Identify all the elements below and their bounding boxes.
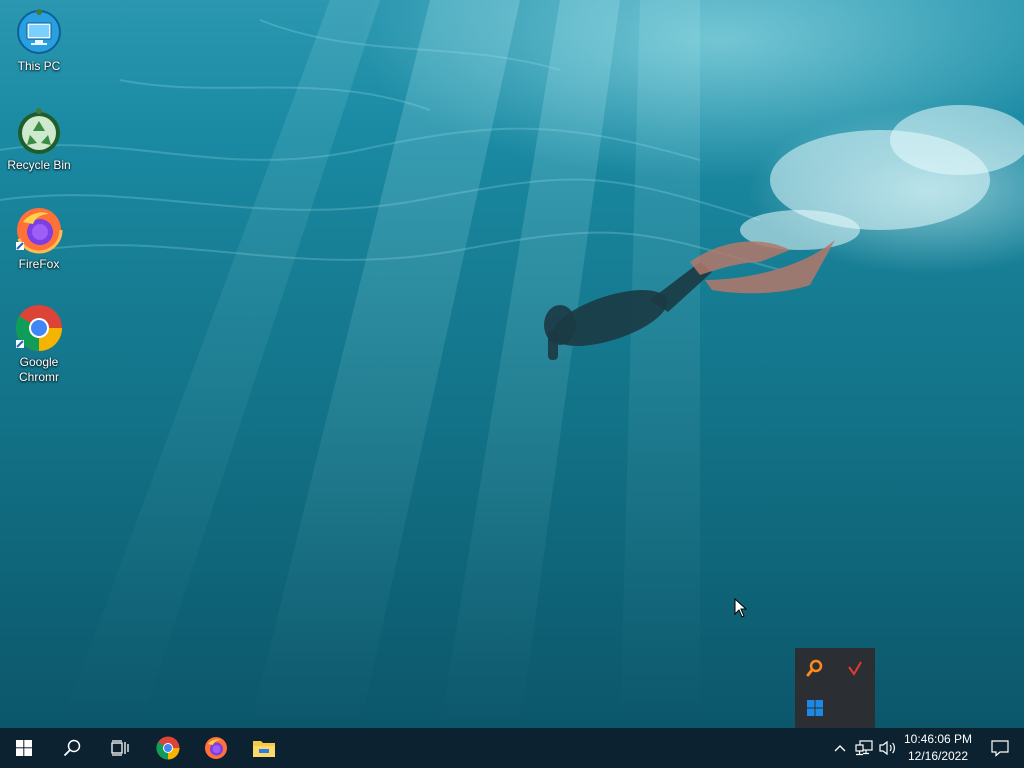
desktop-icon-label: Google Chromr bbox=[18, 355, 59, 384]
file-explorer-icon bbox=[253, 741, 275, 757]
task-view-icon bbox=[111, 740, 129, 756]
clock-date: 12/16/2022 bbox=[907, 749, 969, 763]
search-tool-icon[interactable] bbox=[795, 648, 835, 688]
search-icon bbox=[63, 739, 81, 757]
network-button[interactable] bbox=[852, 728, 876, 768]
volume-icon bbox=[879, 740, 895, 756]
empty-slot bbox=[835, 688, 875, 728]
desktop-icon-chrome[interactable]: Google Chromr bbox=[4, 304, 74, 385]
system-tray: 10:46:06 PM 12/16/2022 bbox=[828, 728, 1024, 768]
desktop-icon-recycle-bin[interactable]: Recycle Bin bbox=[4, 107, 74, 173]
this-pc-icon bbox=[15, 8, 63, 56]
desktop-icon-label: FireFox bbox=[18, 257, 60, 271]
tray-overflow-popup bbox=[795, 648, 875, 728]
search-button[interactable] bbox=[48, 728, 96, 768]
taskbar: 10:46:06 PM 12/16/2022 bbox=[0, 728, 1024, 768]
start-button[interactable] bbox=[0, 728, 48, 768]
recycle-bin-icon bbox=[15, 107, 63, 155]
network-icon bbox=[855, 740, 873, 756]
desktop-wallpaper bbox=[0, 0, 1024, 728]
taskbar-firefox-button[interactable] bbox=[192, 728, 240, 768]
taskbar-clock[interactable]: 10:46:06 PM 12/16/2022 bbox=[900, 728, 976, 768]
desktop-icon-label: This PC bbox=[17, 59, 61, 73]
underwater-scene bbox=[0, 0, 1024, 728]
firefox-icon bbox=[205, 737, 227, 759]
show-hidden-icons-button[interactable] bbox=[828, 728, 852, 768]
task-view-button[interactable] bbox=[96, 728, 144, 768]
desktop-icon-label: Recycle Bin bbox=[7, 158, 71, 172]
clock-time: 10:46:06 PM bbox=[903, 732, 973, 746]
desktop-icon-firefox[interactable]: FireFox bbox=[4, 206, 74, 272]
volume-button[interactable] bbox=[876, 728, 900, 768]
checkmark-icon[interactable] bbox=[835, 648, 875, 688]
chrome-icon bbox=[15, 304, 63, 352]
action-center-button[interactable] bbox=[976, 728, 1024, 768]
taskbar-file-explorer-button[interactable] bbox=[240, 728, 288, 768]
chrome-icon bbox=[156, 736, 180, 760]
firefox-icon bbox=[15, 206, 63, 254]
mouse-cursor bbox=[734, 597, 748, 623]
desktop-icon-this-pc[interactable]: This PC bbox=[4, 8, 74, 74]
windows-logo-icon[interactable] bbox=[795, 688, 835, 728]
action-center-icon bbox=[991, 740, 1009, 757]
chevron-up-icon bbox=[834, 745, 846, 752]
windows-start-icon bbox=[16, 740, 32, 756]
taskbar-chrome-button[interactable] bbox=[144, 728, 192, 768]
